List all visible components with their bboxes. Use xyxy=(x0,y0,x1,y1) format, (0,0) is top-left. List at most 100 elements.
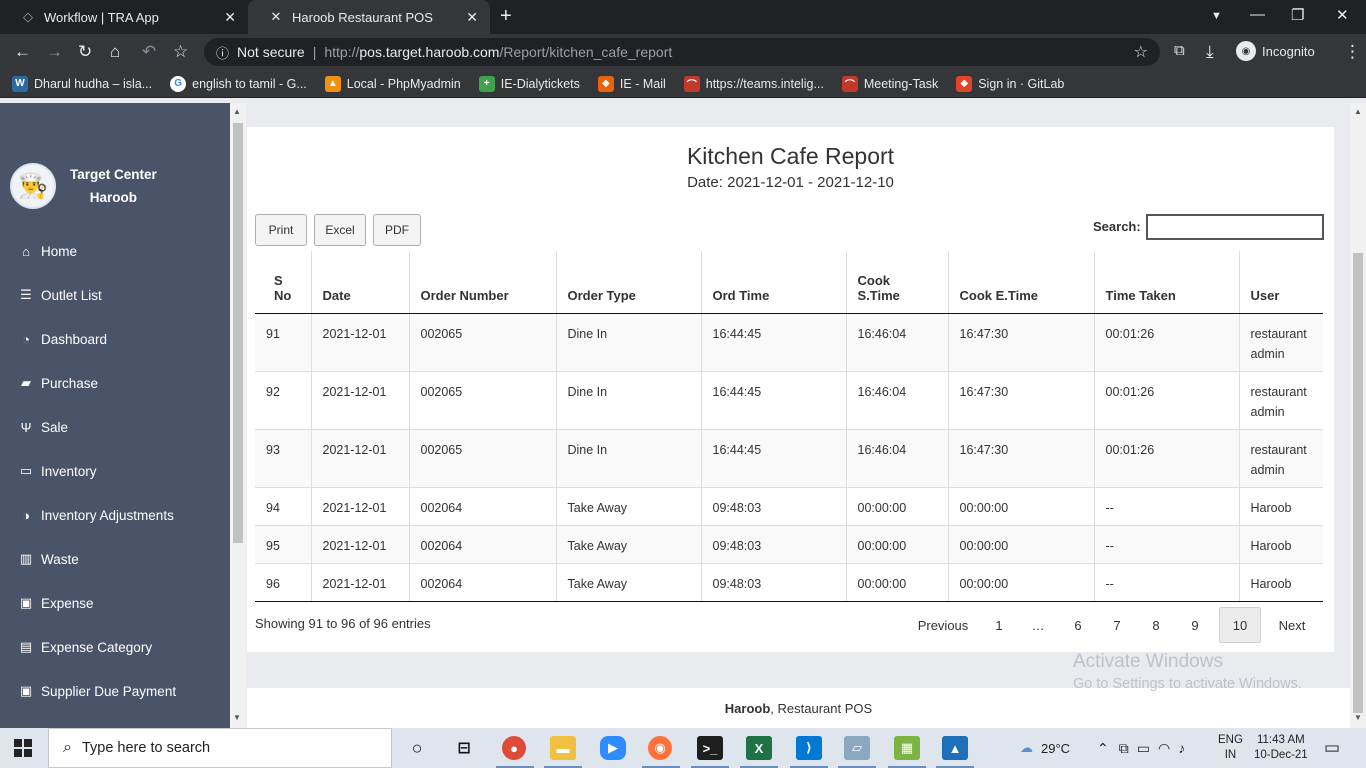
cortana-icon[interactable]: ○ xyxy=(404,736,430,760)
table-row: 96 2021-12-01 002064 Take Away 09:48:03 00:00… xyxy=(255,562,1323,602)
sidebar-item[interactable]: ▣Customer Due Receive xyxy=(0,713,230,728)
previous-page-button[interactable]: Previous xyxy=(905,607,981,643)
bookmark-item[interactable]: + IE-Dialytickets xyxy=(478,75,580,92)
dashboard-icon: ◔ xyxy=(22,331,30,347)
bookmark-label: IE-Dialytickets xyxy=(500,76,580,91)
column-header[interactable]: Time Taken xyxy=(1093,251,1239,314)
scrollbar-thumb[interactable] xyxy=(233,123,243,543)
page-button[interactable]: 10 xyxy=(1219,607,1261,643)
browser-tab-workflow[interactable]: ◇ Workflow | TRA App ✕ xyxy=(0,0,248,34)
sidebar-item[interactable]: ▥ Waste xyxy=(0,537,230,581)
column-header[interactable]: Cook S.Time xyxy=(845,251,948,314)
minimize-icon[interactable]: — xyxy=(1250,6,1265,23)
bookmark-label: Sign in · GitLab xyxy=(978,76,1065,91)
page-button[interactable]: 8 xyxy=(1137,607,1175,643)
bookmark-item[interactable]: W Dharul hudha – isla... xyxy=(12,75,152,92)
scroll-down-icon[interactable]: ▼ xyxy=(1354,713,1362,722)
restore-icon[interactable]: ❐ xyxy=(1291,6,1304,24)
firefox-icon[interactable]: ◉ xyxy=(642,736,680,768)
sidebar-scrollbar[interactable]: ▲ ▼ xyxy=(230,103,246,728)
crop-icon[interactable]: ⧉ xyxy=(1174,42,1185,59)
reload-icon[interactable]: ↻ xyxy=(78,42,92,62)
sidebar-item[interactable]: ▭ Inventory xyxy=(0,449,230,493)
excel-icon[interactable]: X xyxy=(740,736,778,768)
scroll-up-icon[interactable]: ▲ xyxy=(233,107,241,116)
column-header[interactable]: User xyxy=(1238,251,1323,314)
pdf-button[interactable]: PDF xyxy=(373,214,421,246)
column-header[interactable]: S No xyxy=(255,251,311,314)
wifi-icon[interactable]: ◠ xyxy=(1158,740,1170,757)
close-tab-icon[interactable]: ✕ xyxy=(466,9,478,26)
search-input[interactable] xyxy=(1146,214,1324,240)
sidebar-item[interactable]: ⌂ Home xyxy=(0,229,230,273)
clock[interactable]: 11:43 AM 10-Dec-21 xyxy=(1254,728,1308,768)
excel-button[interactable]: Excel xyxy=(314,214,366,246)
browser-tab-haroob[interactable]: ✕ Haroob Restaurant POS ✕ xyxy=(248,0,490,34)
bookmark-item[interactable]: ⌒ https://teams.intelig... xyxy=(683,75,824,92)
notification-icon[interactable]: ▭ xyxy=(1324,728,1340,768)
home-icon[interactable]: ⌂ xyxy=(110,42,120,62)
forward-icon[interactable]: → xyxy=(46,42,63,62)
vscode-icon[interactable]: ⟩ xyxy=(790,736,828,768)
sidebar-item[interactable]: Ψ Sale xyxy=(0,405,230,449)
windows-start-icon[interactable] xyxy=(14,739,32,757)
bookmark-item[interactable]: ◆ Sign in · GitLab xyxy=(956,75,1065,92)
zoom-icon[interactable]: ▶ xyxy=(600,736,626,760)
system-tray-icons[interactable]: ⌃ ⧉ ▭ ◠ ♪ xyxy=(1097,728,1185,768)
bookmark-item[interactable]: ⌒ Meeting-Task xyxy=(841,75,938,92)
bookmark-star-icon[interactable]: ☆ xyxy=(173,42,188,62)
back-icon[interactable]: ← xyxy=(14,42,31,62)
volume-icon[interactable]: ♪ xyxy=(1178,740,1185,756)
incognito-badge[interactable]: ◉ Incognito xyxy=(1236,41,1315,61)
scrollbar-thumb[interactable] xyxy=(1353,253,1363,713)
sidebar-item[interactable]: ▤ Expense Category xyxy=(0,625,230,669)
chrome-icon[interactable]: ● xyxy=(496,736,534,768)
column-header[interactable]: Date xyxy=(310,251,409,314)
photos-icon[interactable]: ▲ xyxy=(936,736,974,768)
close-tab-icon[interactable]: ✕ xyxy=(224,9,236,26)
terminal-icon[interactable]: >_ xyxy=(691,736,729,768)
page-button[interactable]: 6 xyxy=(1059,607,1097,643)
bookmark-page-icon[interactable]: ☆ xyxy=(1134,42,1148,62)
next-page-button[interactable]: Next xyxy=(1261,607,1323,643)
new-tab-button[interactable]: + xyxy=(500,5,512,28)
page-button[interactable]: 1 xyxy=(981,607,1017,643)
language-indicator[interactable]: ENG IN xyxy=(1218,728,1243,768)
page-scrollbar[interactable]: ▲ ▼ xyxy=(1350,103,1366,728)
chevron-up-icon[interactable]: ⌃ xyxy=(1097,740,1109,757)
sidebar-item[interactable]: ▰ Purchase xyxy=(0,361,230,405)
address-bar[interactable]: ⓘ Not secure | http://pos.target.haroob.… xyxy=(204,38,1160,66)
battery-icon[interactable]: ▭ xyxy=(1137,740,1150,757)
bookmark-item[interactable]: Genglish to tamil - G... xyxy=(170,75,307,92)
sidebar-item[interactable]: ☰ Outlet List xyxy=(0,273,230,317)
download-icon[interactable]: ⤓ xyxy=(1206,42,1214,62)
column-header[interactable]: Order Type xyxy=(555,251,701,314)
page-button[interactable]: 9 xyxy=(1175,607,1215,643)
scroll-down-icon[interactable]: ▼ xyxy=(233,713,241,722)
chart-app-icon[interactable]: ▦ xyxy=(888,736,926,768)
tab-search-icon[interactable]: ▼ xyxy=(1211,10,1222,22)
close-window-icon[interactable]: ✕ xyxy=(1336,6,1349,24)
sidebar-item[interactable]: ▣ Expense xyxy=(0,581,230,625)
page-button[interactable]: 7 xyxy=(1097,607,1137,643)
bookmark-item[interactable]: ◆ IE - Mail xyxy=(597,75,666,92)
file-explorer-icon[interactable]: ▬ xyxy=(544,736,582,768)
scroll-up-icon[interactable]: ▲ xyxy=(1354,107,1362,116)
info-icon[interactable]: ⓘ xyxy=(216,43,229,62)
sidebar-item[interactable]: ◔ Dashboard xyxy=(0,317,230,361)
column-header[interactable]: Cook E.Time xyxy=(947,251,1094,314)
print-button[interactable]: Print xyxy=(255,214,307,246)
undo-icon[interactable]: ↶ xyxy=(142,42,156,62)
separator: | xyxy=(312,44,317,60)
bookmark-item[interactable]: ▲ Local - PhpMyadmin xyxy=(324,75,461,92)
column-header[interactable]: Order Number xyxy=(408,251,556,314)
menu-icon[interactable]: ⋮ xyxy=(1344,42,1361,62)
notes-icon[interactable]: ▱ xyxy=(838,736,876,768)
column-header[interactable]: Ord Time xyxy=(700,251,846,314)
weather-tray[interactable]: ☁ 29°C xyxy=(1020,728,1070,768)
taskbar-search[interactable]: ⌕ Type here to search xyxy=(48,728,392,768)
sidebar-item[interactable]: ◑ Inventory Adjustments xyxy=(0,493,230,537)
task-view-icon[interactable]: ⊟ xyxy=(451,736,477,760)
sidebar-item[interactable]: ▣ Supplier Due Payment xyxy=(0,669,230,713)
network-icon[interactable]: ⧉ xyxy=(1119,740,1129,757)
